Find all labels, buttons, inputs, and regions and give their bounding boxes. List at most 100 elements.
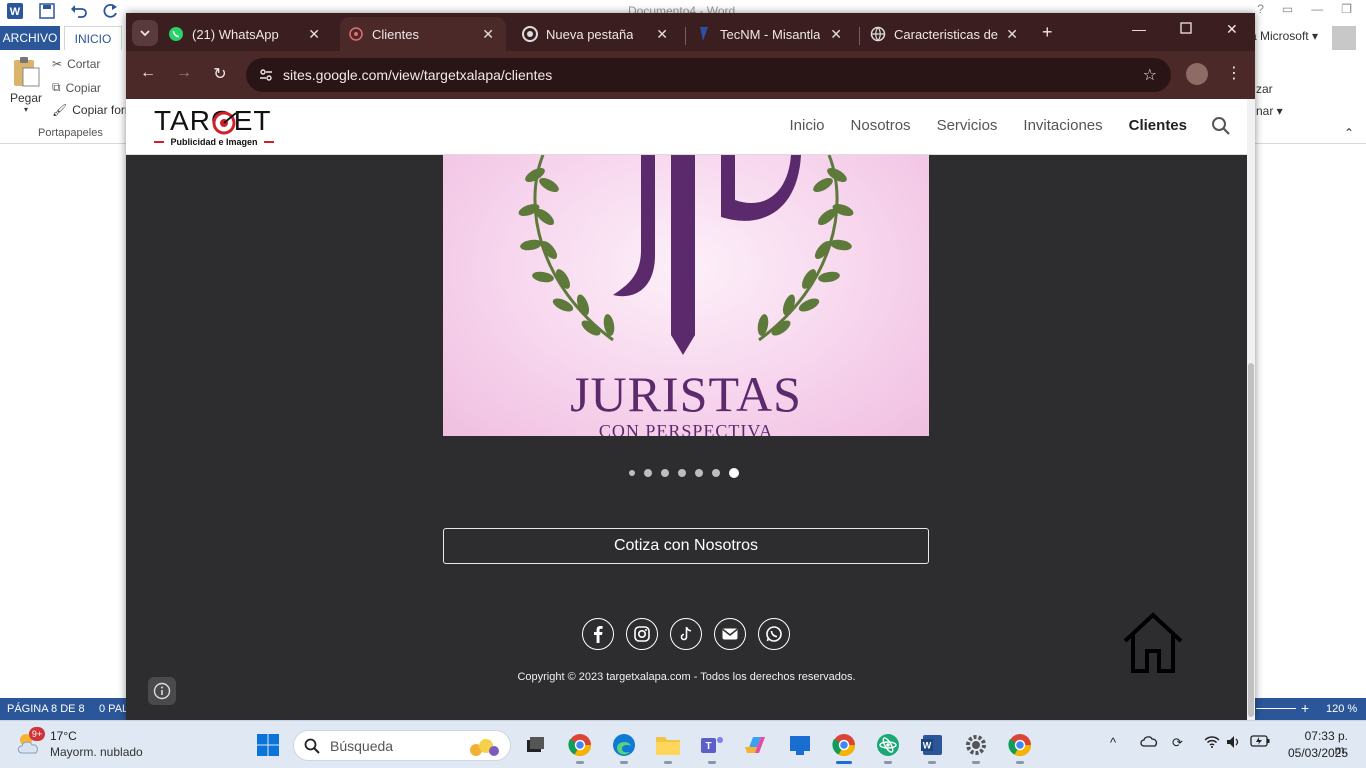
- reload-icon[interactable]: ↻: [209, 64, 231, 84]
- zoom-slider[interactable]: [1256, 708, 1296, 709]
- ribbon-replace-fragment[interactable]: zar: [1256, 82, 1273, 96]
- cut-button[interactable]: ✂ Cortar: [52, 57, 100, 71]
- nav-inicio[interactable]: Inicio: [790, 117, 825, 134]
- ribbon-display-icon[interactable]: ▭: [1282, 2, 1293, 16]
- close-tab-icon[interactable]: ✕: [308, 26, 320, 43]
- chevron-up-icon[interactable]: ^: [1110, 735, 1116, 750]
- weather-temperature[interactable]: 17°C: [50, 729, 77, 743]
- carousel-dot[interactable]: [678, 469, 686, 477]
- redo-icon[interactable]: [102, 2, 120, 20]
- minimize-icon[interactable]: —: [1132, 21, 1146, 37]
- new-tab-icon[interactable]: +: [1042, 22, 1053, 43]
- instagram-icon[interactable]: [626, 618, 658, 650]
- tab-nueva-pestana[interactable]: Nueva pestaña ✕: [522, 17, 680, 51]
- tab-strip: (21) WhatsApp ✕ Clientes ✕ Nueva pestaña…: [126, 13, 1255, 51]
- collapse-ribbon-icon[interactable]: ⌃: [1344, 126, 1354, 140]
- onedrive-cloud-icon[interactable]: [1140, 735, 1158, 750]
- zoom-in-icon[interactable]: +: [1301, 700, 1309, 716]
- settings-gear-icon[interactable]: [962, 731, 990, 764]
- copy-button[interactable]: ⧉ Copiar: [52, 80, 101, 95]
- copilot-icon[interactable]: [742, 731, 770, 759]
- cotiza-button[interactable]: Cotiza con Nosotros: [443, 528, 929, 564]
- tab-caracteristicas[interactable]: Caracteristicas de p ✕: [870, 17, 1030, 51]
- client-logo-slide[interactable]: JURISTAS CON PERSPECTIVA: [443, 155, 929, 436]
- site-info-icon[interactable]: [258, 67, 274, 88]
- carousel-dot[interactable]: [644, 469, 652, 477]
- store-icon[interactable]: [786, 731, 814, 759]
- atom-app-icon[interactable]: [874, 731, 902, 764]
- sync-icon[interactable]: ⟳: [1172, 735, 1183, 751]
- target-logo[interactable]: TARGET Publicidad e Imagen: [154, 107, 274, 147]
- maximize-icon[interactable]: [1180, 21, 1192, 37]
- close-tab-icon[interactable]: ✕: [656, 26, 668, 43]
- weather-description[interactable]: Mayorm. nublado: [50, 745, 143, 759]
- menu-icon[interactable]: ⋮: [1226, 63, 1242, 83]
- battery-icon[interactable]: [1250, 735, 1270, 750]
- close-tab-icon[interactable]: ✕: [1006, 26, 1018, 43]
- carousel-dot-active[interactable]: [729, 468, 739, 478]
- email-icon[interactable]: [714, 618, 746, 650]
- page-count[interactable]: PÁGINA 8 DE 8: [7, 703, 85, 715]
- carousel-dot[interactable]: [661, 469, 669, 477]
- volume-icon[interactable]: [1226, 735, 1240, 752]
- carousel-dot[interactable]: [629, 470, 635, 476]
- facebook-icon[interactable]: [582, 618, 614, 650]
- clipboard-group-label: Portapapeles: [38, 127, 103, 139]
- search-icon[interactable]: [1211, 116, 1231, 141]
- carousel-dot[interactable]: [712, 469, 720, 477]
- file-explorer-icon[interactable]: [654, 731, 682, 764]
- word-account-avatar[interactable]: [1332, 26, 1356, 50]
- social-links: [582, 618, 790, 650]
- paste-button[interactable]: Pegar ▾: [8, 56, 44, 114]
- zoom-level[interactable]: 120 %: [1326, 703, 1357, 715]
- tab-archivo[interactable]: ARCHIVO: [0, 26, 60, 50]
- format-painter-button[interactable]: 🖌 Copiar forr: [52, 103, 129, 117]
- tab-search-button[interactable]: [132, 20, 158, 46]
- forward-icon[interactable]: →: [173, 64, 195, 82]
- save-icon[interactable]: [38, 2, 56, 20]
- nav-nosotros[interactable]: Nosotros: [851, 117, 911, 134]
- teams-icon[interactable]: T: [698, 731, 726, 764]
- profile-avatar[interactable]: [1186, 63, 1208, 85]
- close-window-icon[interactable]: ✕: [1226, 21, 1238, 38]
- nav-clientes[interactable]: Clientes: [1129, 117, 1187, 134]
- tab-inicio[interactable]: INICIO: [64, 26, 122, 50]
- taskbar-search-placeholder: Búsqueda: [330, 738, 394, 754]
- word-count[interactable]: 0 PAL: [99, 703, 128, 715]
- word-taskbar-icon[interactable]: W: [918, 731, 946, 764]
- word-restore-icon[interactable]: ❐: [1341, 2, 1352, 16]
- close-tab-icon[interactable]: ✕: [830, 26, 842, 43]
- word-account-name[interactable]: a Microsoft ▾: [1250, 29, 1318, 43]
- whatsapp-icon[interactable]: [758, 618, 790, 650]
- close-tab-icon[interactable]: ✕: [482, 26, 494, 43]
- chrome-active-taskbar-icon[interactable]: [830, 731, 858, 764]
- bookmark-star-icon[interactable]: ☆: [1143, 65, 1157, 85]
- nav-servicios[interactable]: Servicios: [937, 117, 998, 134]
- chrome-profile-taskbar-icon[interactable]: [566, 731, 594, 764]
- wifi-icon[interactable]: [1204, 735, 1220, 752]
- windows-start-icon[interactable]: [256, 733, 280, 762]
- tiktok-icon[interactable]: [670, 618, 702, 650]
- edge-icon[interactable]: [610, 731, 638, 764]
- info-icon[interactable]: [148, 677, 176, 705]
- word-minimize-icon[interactable]: —: [1311, 2, 1323, 16]
- help-icon[interactable]: ?: [1257, 2, 1264, 16]
- carousel-dot[interactable]: [695, 469, 703, 477]
- taskbar-search-box[interactable]: Búsqueda: [293, 730, 511, 761]
- undo-icon[interactable]: [70, 2, 88, 20]
- home-icon[interactable]: [1121, 609, 1185, 680]
- word-app-icon[interactable]: W: [6, 2, 24, 20]
- tab-clientes[interactable]: Clientes ✕: [340, 17, 506, 51]
- tab-whatsapp[interactable]: (21) WhatsApp ✕: [168, 17, 332, 51]
- url-text[interactable]: sites.google.com/view/targetxalapa/clien…: [283, 67, 552, 83]
- clock-date[interactable]: 05/03/2025: [1288, 746, 1348, 760]
- ribbon-select-fragment[interactable]: nar ▾: [1256, 104, 1283, 118]
- scrollbar-thumb[interactable]: [1248, 363, 1254, 717]
- address-bar[interactable]: sites.google.com/view/targetxalapa/clien…: [246, 58, 1171, 92]
- nav-invitaciones[interactable]: Invitaciones: [1023, 117, 1102, 134]
- tab-tecnm[interactable]: TecNM - Misantla ✕: [696, 17, 854, 51]
- back-icon[interactable]: ←: [137, 64, 159, 82]
- task-view-icon[interactable]: [521, 731, 549, 759]
- page-scrollbar[interactable]: [1247, 99, 1255, 720]
- chrome-second-taskbar-icon[interactable]: [1006, 731, 1034, 764]
